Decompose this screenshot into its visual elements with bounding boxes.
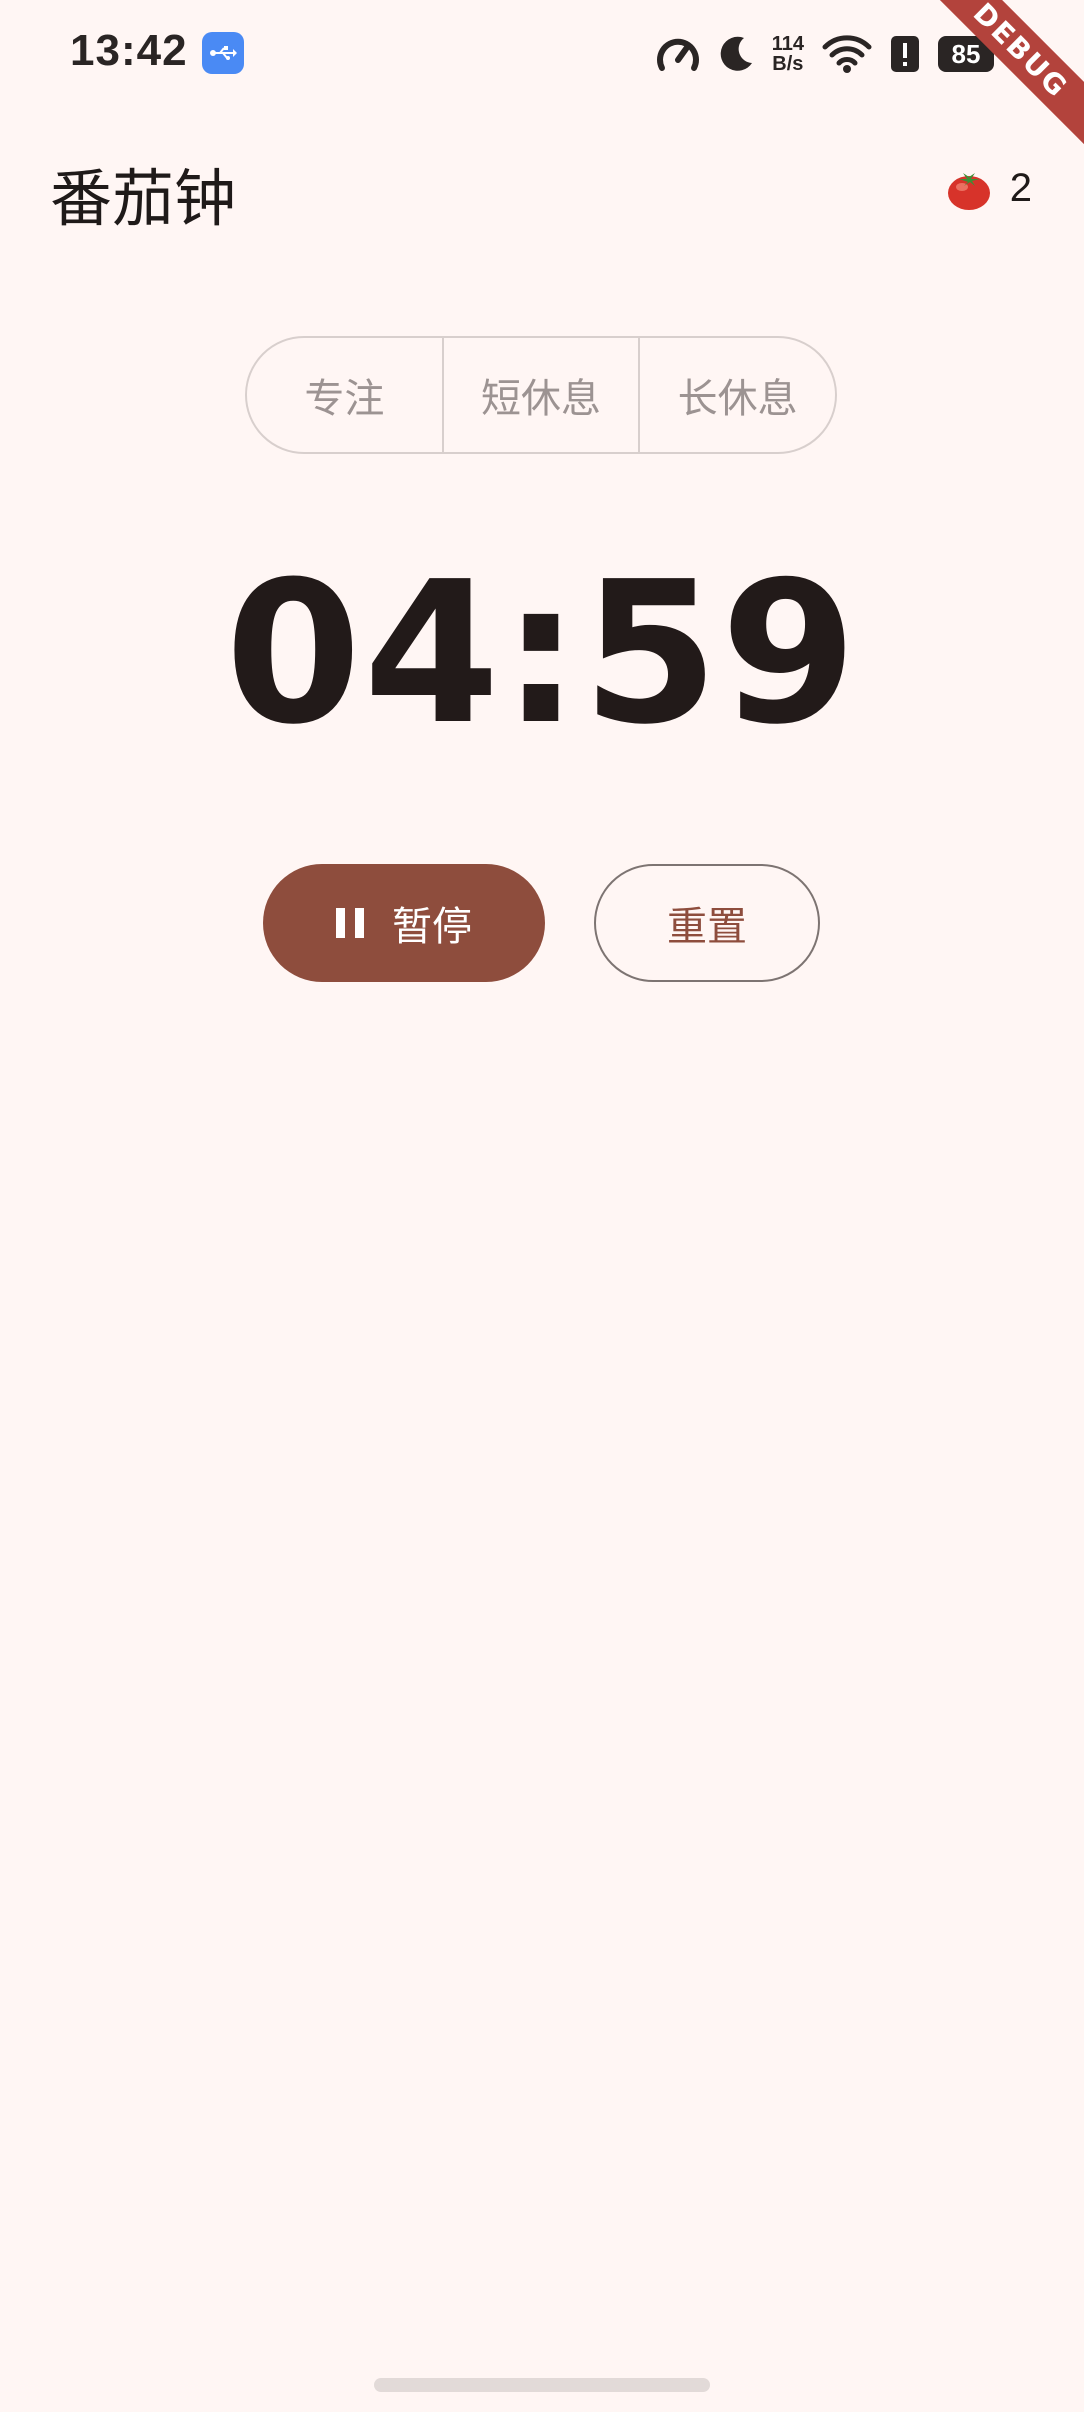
alert-icon bbox=[891, 36, 919, 72]
net-speed-value: 114 bbox=[771, 33, 804, 55]
tomato-counter: 2 bbox=[946, 166, 1032, 211]
speed-meter-icon bbox=[656, 38, 699, 71]
tomato-icon bbox=[947, 172, 990, 210]
reset-button[interactable]: 重置 bbox=[594, 864, 820, 982]
timer-display: 04:59 bbox=[225, 540, 859, 768]
status-icons: 114 B/s 85 bbox=[656, 28, 994, 80]
pause-button[interactable]: 暂停 bbox=[263, 864, 545, 982]
wifi-icon bbox=[822, 35, 872, 73]
pause-button-label: 暂停 bbox=[392, 904, 472, 950]
net-speed-unit: B/s bbox=[772, 53, 804, 75]
moon-icon bbox=[720, 36, 752, 71]
net-speed: 114 B/s bbox=[772, 34, 804, 74]
home-indicator[interactable] bbox=[374, 2378, 710, 2392]
usb-icon bbox=[202, 32, 244, 74]
tomato-count: 2 bbox=[1009, 166, 1032, 210]
segment-short-break[interactable]: 短休息 bbox=[441, 338, 639, 452]
segment-long-break[interactable]: 长休息 bbox=[638, 338, 835, 452]
status-time: 13:42 bbox=[70, 26, 188, 75]
segment-focus[interactable]: 专注 bbox=[247, 338, 442, 452]
pause-icon bbox=[336, 908, 364, 938]
reset-button-label: 重置 bbox=[667, 904, 747, 950]
mode-selector: 专注 短休息 长休息 bbox=[245, 336, 837, 454]
page-title: 番茄钟 bbox=[50, 162, 237, 235]
